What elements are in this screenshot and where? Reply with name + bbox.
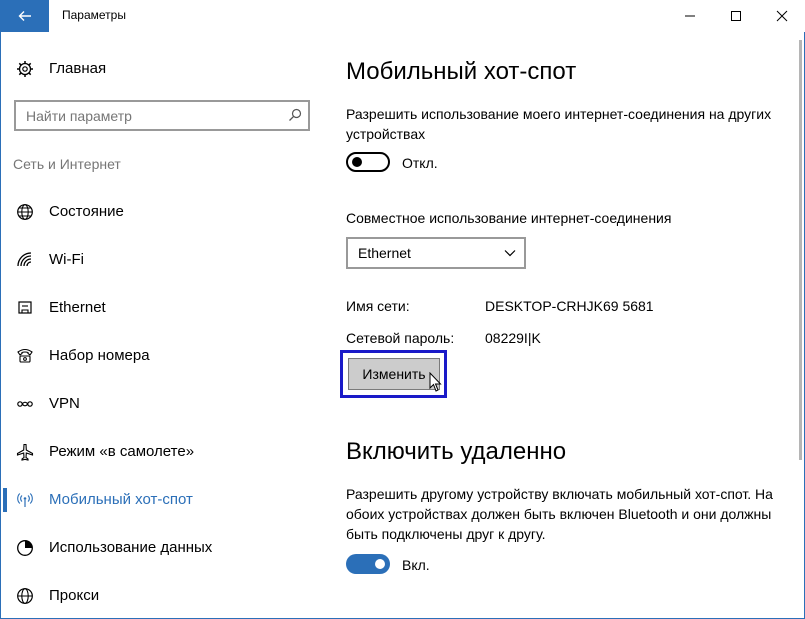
sidebar-item-proxy[interactable]: Прокси — [1, 576, 321, 616]
password-value: 08229I|K — [485, 330, 541, 346]
share-from-value: Ethernet — [358, 245, 411, 261]
search-box[interactable] — [14, 100, 310, 131]
gear-icon — [15, 60, 35, 78]
maximize-icon — [731, 11, 741, 21]
share-toggle-label: Откл. — [402, 155, 438, 171]
sidebar-item-vpn[interactable]: VPN — [1, 384, 321, 424]
data-usage-icon — [15, 538, 35, 558]
remote-toggle[interactable] — [346, 554, 390, 574]
share-from-select[interactable]: Ethernet — [346, 237, 526, 269]
remote-title: Включить удаленно — [346, 438, 567, 465]
network-name-value: DESKTOP-CRHJK69 5681 — [485, 298, 654, 314]
toggle-knob — [375, 559, 385, 569]
toggle-knob — [352, 157, 362, 167]
sidebar: Главная Сеть и Интернет Состояние — [1, 32, 321, 619]
remote-toggle-label: Вкл. — [402, 557, 430, 573]
settings-window: Параметры Главная Найти параметр Сеть и … — [0, 0, 805, 619]
sidebar-item-data-usage[interactable]: Использование данных — [1, 528, 321, 568]
sidebar-item-label: Режим «в самолете» — [49, 443, 195, 460]
window-title: Параметры — [62, 8, 126, 22]
sidebar-item-label: VPN — [49, 395, 80, 412]
section-title: Сеть и Интернет — [13, 156, 121, 172]
dialup-phone-icon — [15, 346, 35, 366]
password-label: Сетевой пароль: — [346, 330, 455, 346]
active-indicator — [3, 488, 7, 512]
ethernet-icon — [15, 298, 35, 318]
scrollbar-thumb[interactable] — [799, 40, 802, 460]
airplane-icon — [15, 442, 35, 462]
sidebar-item-label: Прокси — [49, 587, 100, 604]
sidebar-item-airplane[interactable]: Режим «в самолете» — [1, 432, 321, 472]
hotspot-icon — [15, 490, 35, 510]
close-button[interactable] — [759, 0, 805, 32]
edit-button[interactable]: Изменить — [348, 358, 440, 390]
mouse-cursor-icon — [429, 372, 442, 392]
title-bar: Параметры — [1, 0, 805, 32]
sidebar-item-ethernet[interactable]: Ethernet — [1, 288, 321, 328]
proxy-globe-icon — [15, 586, 35, 606]
sidebar-item-label: Ethernet — [49, 299, 106, 316]
sidebar-item-label: Набор номера — [49, 347, 150, 364]
minimize-icon — [685, 15, 695, 17]
share-from-label: Совместное использование интернет-соедин… — [346, 210, 672, 226]
sidebar-item-hotspot[interactable]: Мобильный хот-спот — [1, 480, 321, 520]
network-name-label: Имя сети: — [346, 298, 410, 314]
main-content: Мобильный хот-спот Разрешить использован… — [321, 32, 791, 619]
home-label: Главная — [49, 60, 107, 77]
hotspot-title: Мобильный хот-спот — [346, 58, 577, 85]
share-description: Разрешить использование моего интернет-с… — [346, 106, 772, 142]
wifi-icon — [15, 250, 35, 270]
scrollbar[interactable] — [795, 40, 805, 615]
back-button[interactable] — [1, 0, 49, 32]
sidebar-item-label: Мобильный хот-спот — [49, 491, 193, 508]
home-item[interactable]: Главная — [15, 60, 106, 78]
search-input[interactable] — [26, 107, 276, 125]
sidebar-item-status[interactable]: Состояние — [1, 192, 321, 232]
minimize-button[interactable] — [667, 0, 713, 32]
vpn-icon — [15, 394, 35, 414]
share-toggle[interactable] — [346, 152, 390, 172]
maximize-button[interactable] — [713, 0, 759, 32]
chevron-down-icon — [504, 250, 516, 257]
search-icon[interactable] — [288, 108, 302, 122]
sidebar-item-label: Состояние — [49, 203, 124, 220]
back-arrow-icon — [18, 11, 31, 21]
sidebar-item-label: Wi-Fi — [49, 251, 84, 268]
sidebar-item-dialup[interactable]: Набор номера — [1, 336, 321, 376]
sidebar-item-label: Использование данных — [49, 539, 213, 556]
sidebar-item-wifi[interactable]: Wi-Fi — [1, 240, 321, 280]
close-icon — [776, 10, 788, 22]
globe-status-icon — [15, 202, 35, 222]
remote-description: Разрешить другому устройству включать мо… — [346, 486, 773, 542]
